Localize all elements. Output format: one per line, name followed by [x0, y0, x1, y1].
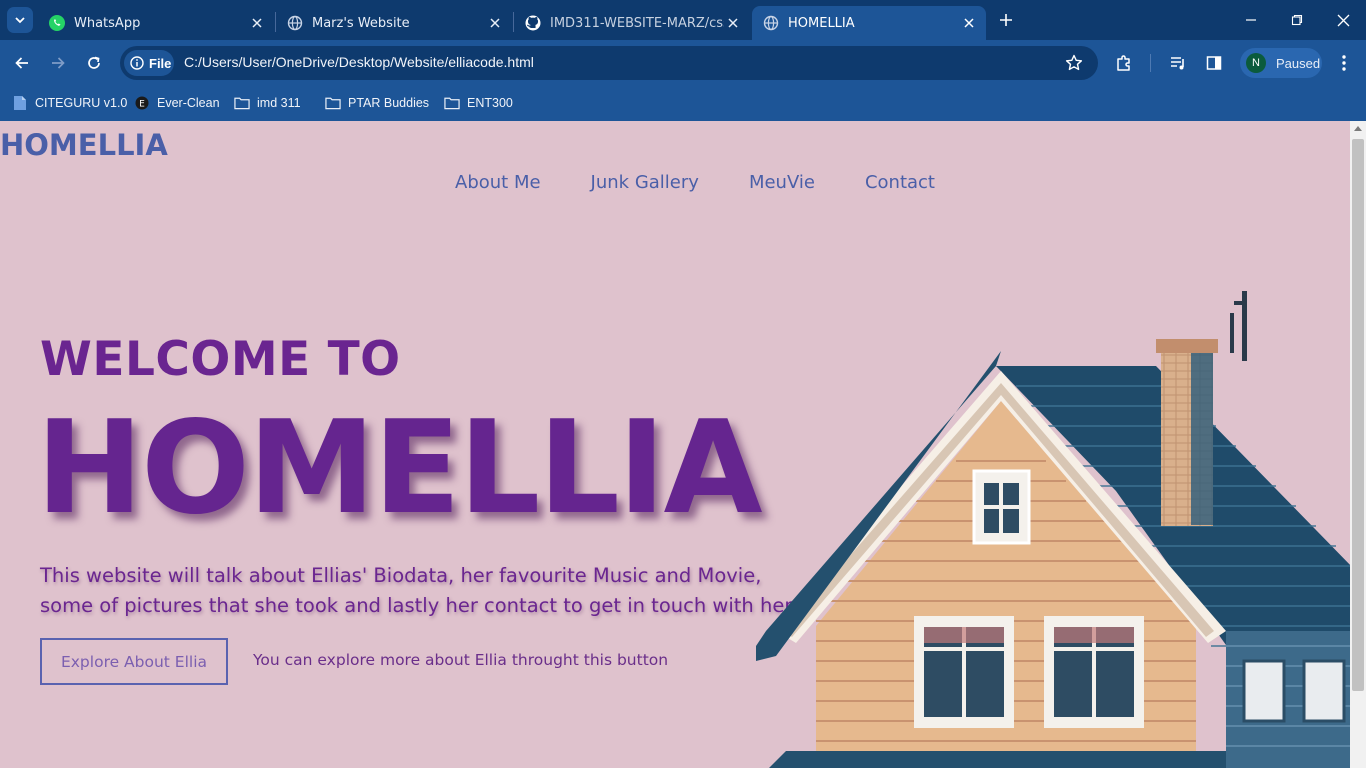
- tab-search-button[interactable]: [7, 7, 33, 33]
- bookmark-label: PTAR Buddies: [348, 96, 430, 110]
- media-control-button[interactable]: [1166, 51, 1190, 75]
- close-icon: [1337, 14, 1349, 26]
- nav-junk-gallery[interactable]: Junk Gallery: [591, 172, 699, 193]
- close-icon[interactable]: [486, 14, 504, 32]
- bookmark-ent300[interactable]: ENT300: [444, 92, 513, 114]
- reload-icon: [88, 56, 100, 69]
- folder-icon: [444, 95, 460, 111]
- svg-text:E: E: [139, 100, 145, 110]
- toolbar-divider: [1150, 54, 1151, 72]
- avatar: N: [1246, 53, 1266, 73]
- folder-icon: [325, 95, 341, 111]
- hero-description: This website will talk about Ellias' Bio…: [40, 564, 797, 617]
- hero-title: HOMELLIA: [36, 394, 763, 543]
- bookmark-ptar-buddies[interactable]: PTAR Buddies: [325, 92, 429, 114]
- arrow-right-icon: [52, 57, 65, 69]
- bookmark-label: CITEGURU v1.0: [35, 96, 128, 110]
- whatsapp-icon: [48, 14, 66, 32]
- scroll-up-icon[interactable]: [1354, 126, 1362, 131]
- web-page: HOMELLIA About Me Junk Gallery MeuVie Co…: [0, 121, 1350, 768]
- reload-button[interactable]: [82, 51, 106, 75]
- scheme-label: File: [149, 55, 172, 71]
- nav-about-me[interactable]: About Me: [455, 172, 541, 193]
- tab-whatsapp[interactable]: WhatsApp: [38, 6, 274, 40]
- close-window-button[interactable]: [1331, 8, 1355, 32]
- page-scrollbar[interactable]: [1350, 121, 1366, 768]
- site-icon: E: [134, 95, 150, 111]
- document-icon: [12, 95, 28, 111]
- plus-icon: [1000, 14, 1012, 26]
- tab-title: HOMELLIA: [788, 15, 855, 31]
- url-text[interactable]: C:/Users/User/OneDrive/Desktop/Website/e…: [184, 54, 534, 70]
- globe-icon: [286, 14, 304, 32]
- bookmark-imd311[interactable]: imd 311: [234, 92, 301, 114]
- tab-marzs-website[interactable]: Marz's Website: [276, 6, 512, 40]
- hero-welcome: WELCOME TO: [40, 332, 401, 387]
- profile-button[interactable]: N Paused: [1240, 48, 1322, 78]
- chevron-down-icon: [15, 17, 25, 24]
- tab-strip: WhatsApp Marz's Website IMD311-WEBSITE-M…: [0, 0, 1366, 40]
- minimize-icon: [1246, 19, 1256, 21]
- forward-button[interactable]: [46, 51, 70, 75]
- browser-toolbar: File C:/Users/User/OneDrive/Desktop/Webs…: [0, 40, 1366, 85]
- main-nav: About Me Junk Gallery MeuVie Contact: [455, 172, 985, 193]
- profile-status: Paused: [1276, 55, 1321, 71]
- bookmark-label: imd 311: [257, 96, 301, 110]
- github-icon: [524, 14, 542, 32]
- scrollbar-thumb[interactable]: [1352, 139, 1364, 691]
- close-icon[interactable]: [724, 14, 742, 32]
- close-icon[interactable]: [960, 14, 978, 32]
- site-logo[interactable]: HOMELLIA: [0, 128, 168, 162]
- address-bar[interactable]: File C:/Users/User/OneDrive/Desktop/Webs…: [120, 46, 1098, 80]
- bookmark-label: ENT300: [467, 96, 513, 110]
- bookmark-ever-clean[interactable]: E Ever-Clean: [134, 92, 220, 114]
- tab-github[interactable]: IMD311-WEBSITE-MARZ/css/st: [514, 6, 750, 40]
- puzzle-icon: [1117, 55, 1130, 71]
- browser-menu-button[interactable]: [1332, 51, 1356, 75]
- site-info-chip[interactable]: File: [124, 50, 174, 76]
- tab-title: IMD311-WEBSITE-MARZ/css/st: [550, 15, 724, 31]
- more-vertical-icon: [1342, 55, 1346, 71]
- explore-button[interactable]: Explore About Ellia: [40, 638, 228, 685]
- music-queue-icon: [1171, 57, 1184, 70]
- bookmarks-bar: CITEGURU v1.0 E Ever-Clean imd 311 PTAR …: [0, 85, 1366, 121]
- back-button[interactable]: [10, 51, 34, 75]
- explore-button-note: You can explore more about Ellia through…: [253, 651, 669, 669]
- side-panel-button[interactable]: [1202, 51, 1226, 75]
- bookmark-star-icon[interactable]: [1064, 53, 1084, 73]
- bookmark-label: Ever-Clean: [157, 96, 220, 110]
- info-icon: [130, 56, 144, 70]
- restore-button[interactable]: [1285, 8, 1309, 32]
- nav-meuvie[interactable]: MeuVie: [749, 172, 815, 193]
- new-tab-button[interactable]: [995, 9, 1017, 31]
- globe-icon: [762, 14, 780, 32]
- side-panel-icon: [1206, 56, 1222, 70]
- minimize-button[interactable]: [1239, 8, 1263, 32]
- tab-title: Marz's Website: [312, 15, 410, 31]
- restore-icon: [1291, 14, 1303, 26]
- arrow-left-icon: [15, 57, 28, 69]
- extensions-button[interactable]: [1112, 51, 1136, 75]
- folder-icon: [234, 95, 250, 111]
- tab-title: WhatsApp: [74, 15, 141, 31]
- close-icon[interactable]: [248, 14, 266, 32]
- tab-homellia[interactable]: HOMELLIA: [752, 6, 986, 40]
- nav-contact[interactable]: Contact: [865, 172, 935, 193]
- house-illustration: [756, 291, 1350, 768]
- bookmark-citeguru[interactable]: CITEGURU v1.0: [12, 92, 127, 114]
